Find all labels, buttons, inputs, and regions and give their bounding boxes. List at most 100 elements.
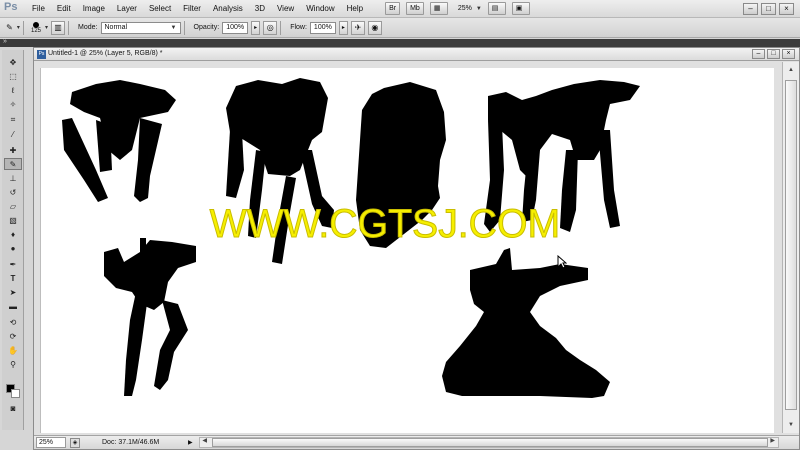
3d-orbit-icon: ⟳ <box>9 331 17 341</box>
tool-lasso[interactable]: ℓ <box>4 84 22 96</box>
menu-bar: Ps File Edit Image Layer Select Filter A… <box>0 0 800 18</box>
double-chevron-icon[interactable]: » <box>3 38 7 45</box>
horizontal-scrollbar[interactable]: ◀ ▶ <box>198 437 779 448</box>
menu-analysis[interactable]: Analysis <box>207 0 249 18</box>
tool-marquee[interactable]: ⬚ <box>4 70 22 82</box>
document-title-bar: Ps Untitled-1 @ 25% (Layer 5, RGB/8) * –… <box>34 48 799 61</box>
flow-slider-toggle[interactable]: ▸ <box>338 20 348 35</box>
mouse-cursor-icon <box>557 255 567 269</box>
menu-file[interactable]: File <box>26 0 51 18</box>
tool-path-select[interactable]: ➤ <box>4 286 22 298</box>
menu-3d[interactable]: 3D <box>249 0 271 18</box>
brush-icon: ✎ <box>6 23 13 32</box>
brush-icon: ✎ <box>9 159 17 169</box>
tool-dodge[interactable]: ● <box>4 242 22 254</box>
spot-heal-icon: ✚ <box>9 145 17 155</box>
menu-edit[interactable]: Edit <box>51 0 77 18</box>
divider <box>183 20 185 35</box>
screen-mode-button[interactable]: ▣ <box>511 2 530 15</box>
tool-move[interactable]: ✥ <box>4 56 22 68</box>
grid-icon: ▦ <box>433 5 441 12</box>
brush-picker[interactable]: 125 <box>31 21 41 34</box>
tool-type[interactable]: T <box>4 272 22 284</box>
menu-select[interactable]: Select <box>143 0 177 18</box>
gradient-icon: ▧ <box>9 215 17 225</box>
tool-eyedropper[interactable]: ⁄ <box>4 128 22 140</box>
tool-quick-select[interactable]: ✧ <box>4 98 22 110</box>
close-button[interactable]: × <box>779 3 794 15</box>
arrange-icon: ▤ <box>491 5 499 12</box>
zoom-combo-value: 25% <box>457 5 472 12</box>
chevron-right-icon: ▸ <box>254 25 258 31</box>
opacity-slider-toggle[interactable]: ▸ <box>251 20 261 35</box>
tool-spot-heal[interactable]: ✚ <box>4 144 22 156</box>
zoom-combo[interactable]: 25% ▼ <box>458 5 482 12</box>
bridge-button[interactable]: Br <box>385 2 401 15</box>
tool-3d-orbit[interactable]: ⟳ <box>4 330 22 342</box>
brush-panel-toggle[interactable]: ▥ <box>51 20 66 35</box>
mode-select[interactable]: Normal ▼ <box>100 21 181 34</box>
chevron-right-icon: ▸ <box>341 25 345 31</box>
scroll-up-arrow-icon[interactable]: ▲ <box>783 64 799 76</box>
status-menu-arrow-icon[interactable]: ▶ <box>188 439 193 446</box>
tool-zoom[interactable]: ⚲ <box>4 358 22 370</box>
panel-dock-strip: » <box>0 38 800 47</box>
lasso-icon: ℓ <box>11 85 15 95</box>
marquee-icon: ⬚ <box>9 71 17 81</box>
menu-help[interactable]: Help <box>341 0 369 18</box>
opacity-input[interactable]: 100% <box>222 21 249 34</box>
size-pressure-toggle[interactable]: ◉ <box>367 20 382 35</box>
flow-input[interactable]: 100% <box>309 21 336 34</box>
tool-preset-picker[interactable]: ✎ ▾ <box>6 21 20 35</box>
vertical-scroll-thumb[interactable] <box>785 80 797 410</box>
tool-blur[interactable]: ♦ <box>4 228 22 240</box>
airbrush-toggle[interactable]: ✈ <box>350 20 365 35</box>
scroll-right-arrow-icon[interactable]: ▶ <box>768 437 778 446</box>
tool-pen[interactable]: ✒ <box>4 258 22 270</box>
divider <box>23 20 24 35</box>
extras-button[interactable]: ▦ <box>429 2 448 15</box>
canvas[interactable] <box>40 68 774 433</box>
doc-maximize-button[interactable]: □ <box>767 49 780 59</box>
chevron-down-icon: ▼ <box>170 24 177 31</box>
tool-eraser[interactable]: ▱ <box>4 200 22 212</box>
horizontal-scroll-thumb[interactable] <box>211 438 768 447</box>
minimize-icon: – <box>748 4 753 13</box>
doc-close-button[interactable]: × <box>782 49 795 59</box>
arrange-docs-button[interactable]: ▤ <box>487 2 506 15</box>
tool-gradient[interactable]: ▧ <box>4 214 22 226</box>
minimize-button[interactable]: – <box>743 3 758 15</box>
pen-icon: ✒ <box>9 259 17 269</box>
quick-mask-toggle[interactable]: ◙ <box>4 402 22 414</box>
menu-image[interactable]: Image <box>77 0 111 18</box>
doc-minimize-button[interactable]: – <box>752 49 765 59</box>
status-info-icon[interactable]: ◈ <box>70 437 80 448</box>
menu-window[interactable]: Window <box>300 0 340 18</box>
tools-panel: ✥ ⬚ ℓ ✧ ⌗ ⁄ ✚ ✎ ⊥ ↺ ▱ ▧ ♦ ● ✒ T ➤ ▬ ⟲ ⟳ … <box>2 50 24 430</box>
menu-view[interactable]: View <box>271 0 300 18</box>
vertical-scrollbar[interactable]: ▲ ▼ <box>782 62 799 433</box>
divider <box>68 20 70 35</box>
tool-crop[interactable]: ⌗ <box>4 114 22 126</box>
mini-bridge-button[interactable]: Mb <box>406 2 424 15</box>
scroll-down-arrow-icon[interactable]: ▼ <box>783 419 799 431</box>
document-window-controls: – □ × <box>752 49 795 59</box>
3d-rotate-icon: ⟲ <box>9 317 17 327</box>
zoom-level-input[interactable]: 25% <box>36 437 66 448</box>
tool-hand[interactable]: ✋ <box>4 344 22 356</box>
tool-brush[interactable]: ✎ <box>4 158 22 170</box>
menu-filter[interactable]: Filter <box>177 0 207 18</box>
chevron-down-icon[interactable]: ▾ <box>45 24 48 31</box>
menu-layer[interactable]: Layer <box>111 0 143 18</box>
opacity-pressure-toggle[interactable]: ◎ <box>263 20 278 35</box>
tool-clone-stamp[interactable]: ⊥ <box>4 172 22 184</box>
tool-3d-rotate[interactable]: ⟲ <box>4 316 22 328</box>
tool-shape[interactable]: ▬ <box>4 300 22 312</box>
close-icon: × <box>786 50 791 57</box>
tool-history-brush[interactable]: ↺ <box>4 186 22 198</box>
pressure-icon: ◎ <box>266 23 274 32</box>
background-color-swatch[interactable] <box>11 389 20 398</box>
maximize-button[interactable]: □ <box>761 3 776 15</box>
history-brush-icon: ↺ <box>9 187 17 197</box>
scroll-left-arrow-icon[interactable]: ◀ <box>200 437 210 446</box>
